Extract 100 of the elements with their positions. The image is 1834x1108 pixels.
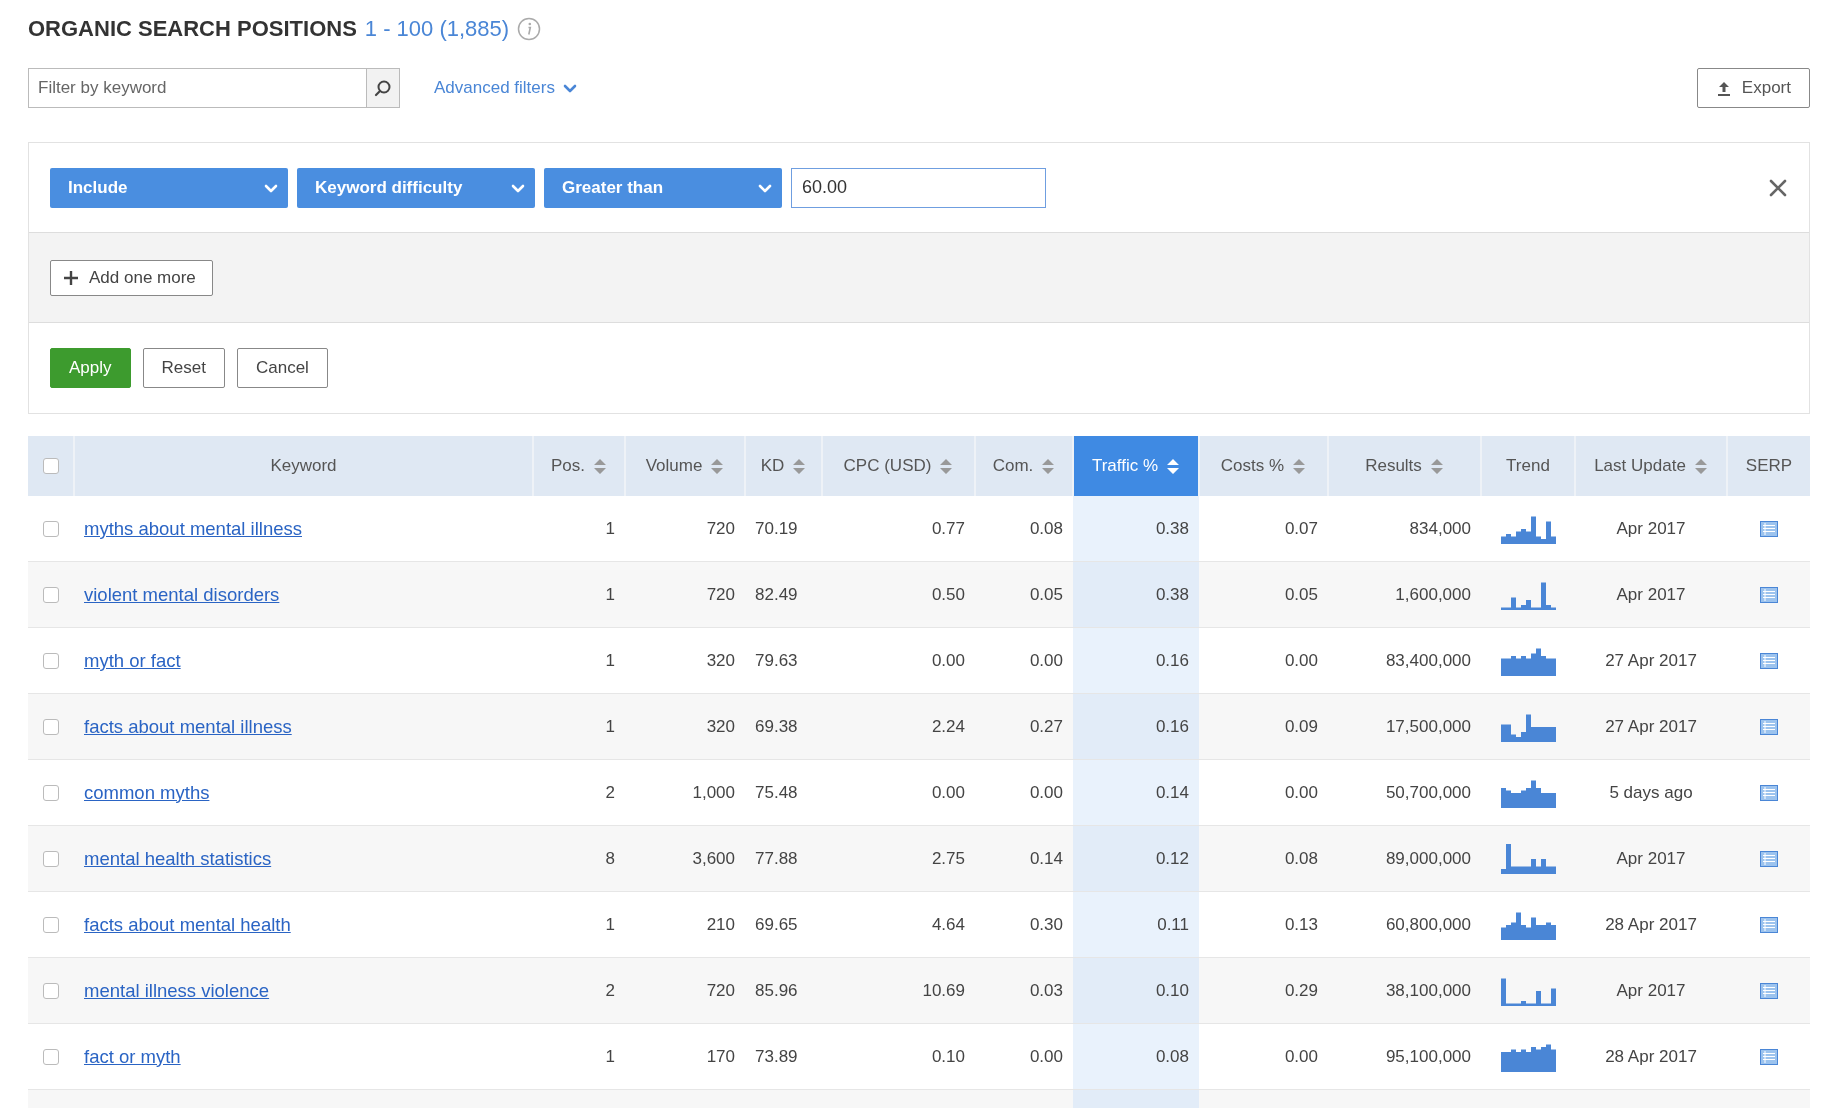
row-checkbox[interactable] [43, 586, 59, 603]
cpc-cell: 0.10 [931, 1046, 965, 1066]
competition-cell: 0.05 [1029, 584, 1063, 604]
value-field[interactable]: 60.00 [791, 167, 1046, 208]
result-range: 1 - 100 (1,885) [364, 16, 510, 42]
trend-sparkline [1500, 843, 1556, 874]
sort-icon [593, 457, 607, 475]
serp-icon[interactable] [1759, 784, 1778, 801]
keyword-link[interactable]: common myths [84, 781, 210, 803]
cpc-cell: 0.50 [931, 584, 965, 604]
keyword-link[interactable]: myths about mental illness [84, 517, 302, 539]
difficulty-cell: 75.48 [755, 782, 798, 802]
costs-cell: 0.29 [1284, 980, 1318, 1000]
position-cell: 1 [605, 1046, 615, 1066]
difficulty-cell: 82.49 [755, 584, 798, 604]
traffic-cell: 0.16 [1155, 650, 1189, 670]
sort-icon [1166, 457, 1181, 475]
costs-cell: 0.13 [1284, 914, 1318, 934]
operator-dropdown[interactable]: Greater than [544, 167, 782, 208]
serp-icon[interactable] [1759, 718, 1778, 735]
serp-icon[interactable] [1759, 586, 1778, 603]
column-header[interactable]: Com. [975, 436, 1073, 496]
serp-icon[interactable] [1759, 850, 1778, 867]
export-button[interactable]: Export [1696, 68, 1810, 108]
difficulty-cell: 79.63 [755, 650, 798, 670]
column-header[interactable]: Trend [1481, 436, 1575, 496]
advanced-filters-link[interactable]: Advanced filters [434, 78, 577, 98]
results-cell: 17,500,000 [1385, 716, 1471, 736]
column-header[interactable]: Results [1328, 436, 1481, 496]
keyword-link[interactable]: mental illness violence [84, 979, 270, 1001]
costs-cell: 0.00 [1284, 782, 1318, 802]
results-cell: 834,000 [1409, 518, 1471, 538]
row-checkbox[interactable] [43, 784, 59, 801]
keyword-link[interactable]: violent mental disorders [84, 583, 280, 605]
column-header[interactable]: Volume [625, 436, 745, 496]
competition-cell: 0.00 [1029, 650, 1063, 670]
traffic-cell: 0.16 [1155, 716, 1189, 736]
search-field[interactable]: Filter by keyword [28, 68, 366, 108]
costs-cell: 0.09 [1284, 716, 1318, 736]
plus-icon [63, 269, 79, 286]
position-cell: 1 [605, 914, 615, 934]
volume-cell: 720 [706, 584, 735, 604]
apply-button[interactable]: Apply [50, 348, 131, 388]
close-button[interactable] [1769, 178, 1787, 197]
filter-action-button[interactable]: Cancel [236, 348, 328, 388]
column-header[interactable]: Keyword [74, 436, 533, 496]
row-checkbox[interactable] [43, 1048, 59, 1065]
date-cell: 28 Apr 2017 [1605, 914, 1697, 934]
column-header[interactable]: CPC (USD) [822, 436, 975, 496]
add-filter-button[interactable]: Add one more [50, 259, 213, 296]
serp-icon[interactable] [1759, 1048, 1778, 1065]
column-header[interactable]: SERP [1727, 436, 1810, 496]
results-cell: 95,100,000 [1385, 1046, 1471, 1066]
field-dropdown[interactable]: Keyword difficulty [297, 167, 535, 208]
search-button[interactable] [366, 68, 400, 108]
serp-icon[interactable] [1759, 652, 1778, 669]
column-header[interactable]: Pos. [533, 436, 625, 496]
competition-cell: 0.00 [1029, 782, 1063, 802]
row-checkbox[interactable] [43, 982, 59, 999]
volume-cell: 3,600 [692, 848, 735, 868]
costs-cell: 0.07 [1284, 518, 1318, 538]
keyword-link[interactable]: facts about mental illness [84, 715, 292, 737]
row-checkbox[interactable] [43, 916, 59, 933]
position-cell: 8 [605, 848, 615, 868]
page-title: ORGANIC SEARCH POSITIONS [28, 16, 357, 42]
filter-action-button[interactable]: Reset [142, 348, 225, 388]
costs-cell: 0.08 [1284, 848, 1318, 868]
date-cell: 27 Apr 2017 [1605, 716, 1697, 736]
competition-cell: 0.14 [1029, 848, 1063, 868]
volume-cell: 720 [706, 980, 735, 1000]
row-checkbox[interactable] [43, 718, 59, 735]
info-icon[interactable] [517, 17, 542, 41]
results-cell: 50,700,000 [1385, 782, 1471, 802]
row-checkbox[interactable] [43, 652, 59, 669]
keyword-link[interactable]: myth or fact [84, 649, 181, 671]
serp-icon[interactable] [1759, 520, 1778, 537]
column-header[interactable]: KD [745, 436, 822, 496]
keyword-link[interactable]: mental health statistics [84, 847, 272, 869]
keyword-link[interactable]: facts about mental health [84, 913, 291, 935]
column-header[interactable]: Last Update [1575, 436, 1727, 496]
column-header[interactable]: Costs % [1199, 436, 1328, 496]
serp-icon[interactable] [1759, 982, 1778, 999]
keyword-link[interactable]: fact or myth [84, 1045, 181, 1067]
date-cell: Apr 2017 [1616, 518, 1686, 538]
sort-icon [792, 457, 807, 475]
select-all-checkbox[interactable] [42, 458, 59, 474]
row-checkbox[interactable] [43, 520, 59, 537]
column-header[interactable]: Traffic % [1073, 436, 1199, 496]
mode-dropdown[interactable]: Include [50, 167, 288, 208]
position-cell: 1 [605, 518, 615, 538]
volume-cell: 720 [706, 518, 735, 538]
chevron-down-icon [562, 82, 577, 94]
costs-cell: 0.00 [1284, 1046, 1318, 1066]
position-cell: 2 [605, 782, 615, 802]
row-checkbox[interactable] [43, 850, 59, 867]
serp-icon[interactable] [1759, 916, 1778, 933]
cpc-cell: 0.00 [931, 782, 965, 802]
competition-cell: 0.00 [1029, 1046, 1063, 1066]
sort-icon [1041, 457, 1056, 475]
date-cell: Apr 2017 [1616, 980, 1686, 1000]
